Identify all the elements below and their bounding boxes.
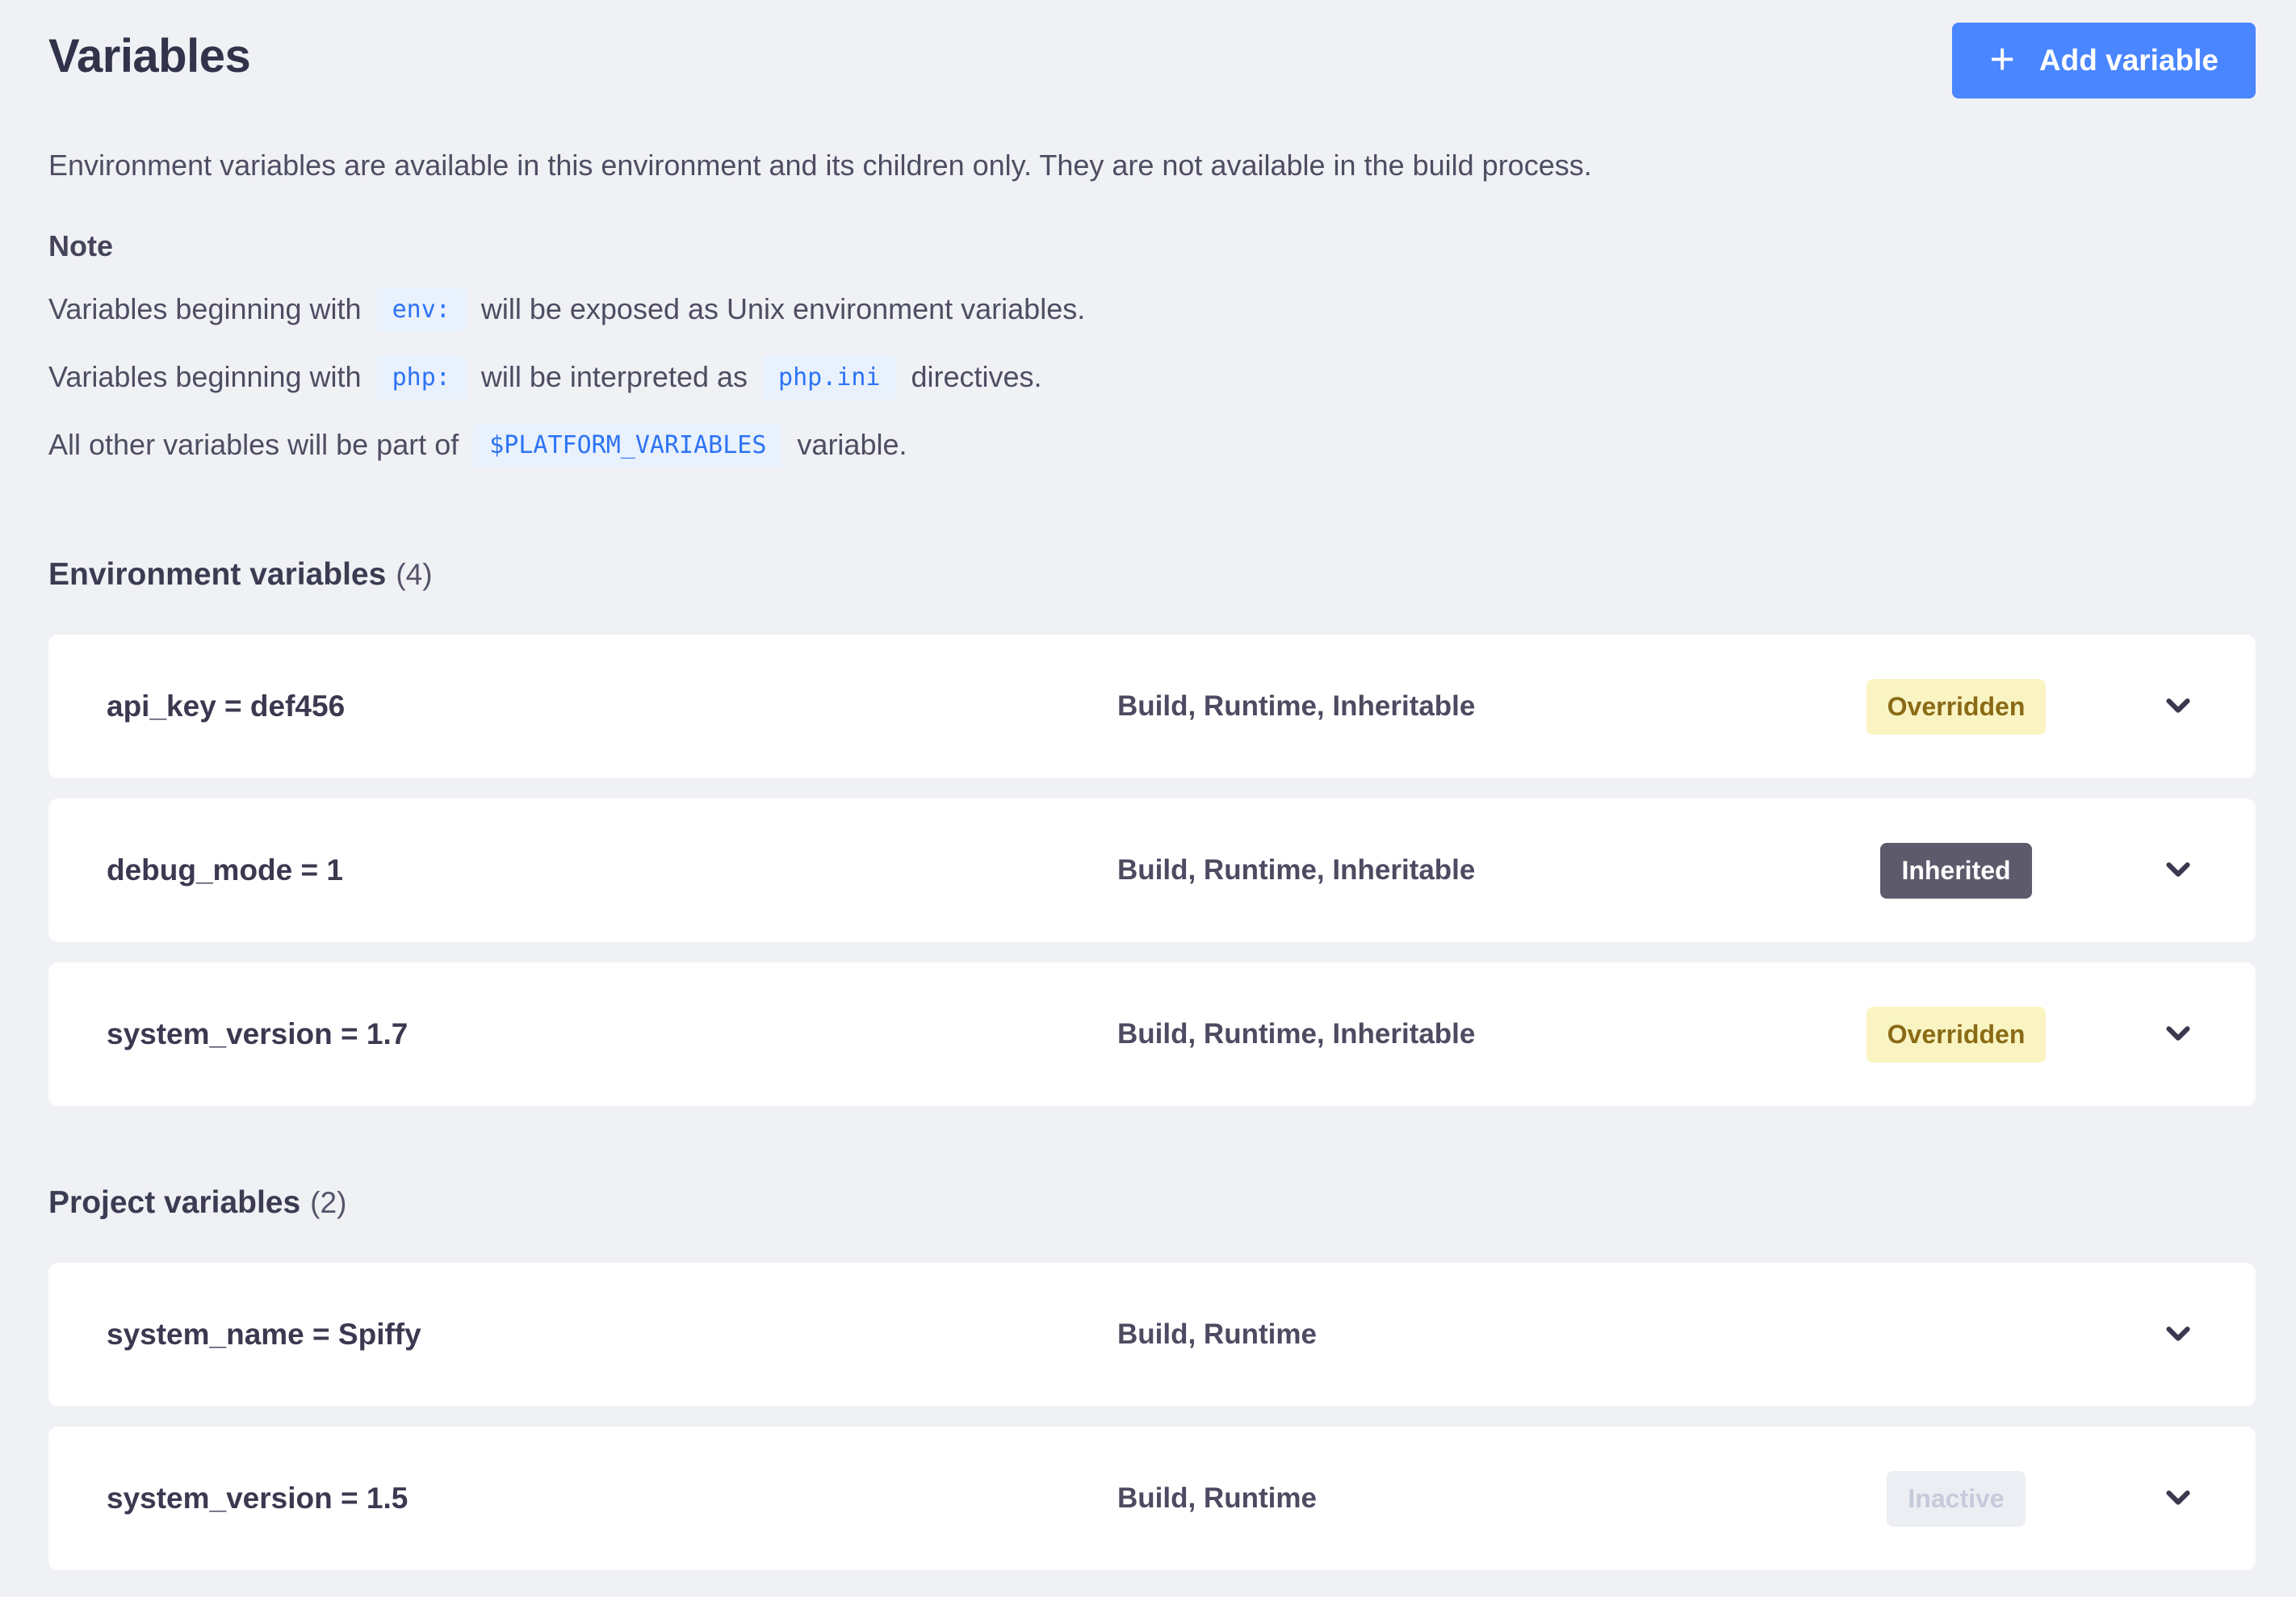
status-badge: Overridden xyxy=(1867,1007,2047,1063)
chevron-down-icon[interactable] xyxy=(2160,850,2197,887)
variable-scopes: Build, Runtime xyxy=(1117,1482,1783,1515)
code-badge: php.ini xyxy=(762,355,896,400)
note-text: will be exposed as Unix environment vari… xyxy=(481,284,1085,334)
variable-name: debug_mode = 1 xyxy=(107,853,1117,887)
status-badge: Inactive xyxy=(1887,1471,2025,1527)
section-heading: Project variables (2) xyxy=(48,1185,2256,1221)
add-variable-button[interactable]: + Add variable xyxy=(1952,23,2256,99)
variable-scopes: Build, Runtime, Inheritable xyxy=(1117,690,1783,723)
variable-row[interactable]: system_version = 1.5 Build, Runtime Inac… xyxy=(48,1427,2256,1570)
section-heading: Environment variables (4) xyxy=(48,557,2256,593)
variable-name: system_version = 1.5 xyxy=(107,1482,1117,1515)
badge-cell: Overridden xyxy=(1783,679,2130,735)
variable-list: system_name = Spiffy Build, Runtime syst… xyxy=(48,1263,2256,1570)
variable-row[interactable]: system_version = 1.7 Build, Runtime, Inh… xyxy=(48,962,2256,1106)
variable-scopes: Build, Runtime xyxy=(1117,1318,1783,1351)
section-title: Project variables xyxy=(48,1185,300,1220)
status-badge: Overridden xyxy=(1867,679,2047,735)
page-header: Variables + Add variable xyxy=(48,23,2256,99)
chevron-cell xyxy=(2130,1314,2227,1356)
variable-scopes: Build, Runtime, Inheritable xyxy=(1117,1018,1783,1050)
add-variable-label: Add variable xyxy=(2039,44,2218,78)
variable-section: Project variables (2) system_name = Spiff… xyxy=(48,1185,2256,1570)
chevron-down-icon[interactable] xyxy=(2160,1014,2197,1051)
section-title: Environment variables xyxy=(48,557,386,592)
note-text: variable. xyxy=(797,420,907,470)
variable-row[interactable]: debug_mode = 1 Build, Runtime, Inheritab… xyxy=(48,798,2256,942)
page-title: Variables xyxy=(48,23,250,83)
section-count: (2) xyxy=(310,1186,346,1219)
code-badge: env: xyxy=(376,287,467,332)
variable-row[interactable]: api_key = def456 Build, Runtime, Inherit… xyxy=(48,635,2256,778)
variable-sections: Environment variables (4) api_key = def45… xyxy=(48,557,2256,1570)
chevron-cell xyxy=(2130,1478,2227,1519)
badge-cell: Inherited xyxy=(1783,843,2130,899)
code-badge: php: xyxy=(376,355,467,400)
note-text: Variables beginning with xyxy=(48,352,362,402)
code-badge: $PLATFORM_VARIABLES xyxy=(473,423,782,467)
variable-name: api_key = def456 xyxy=(107,690,1117,723)
badge-cell: Inactive xyxy=(1783,1471,2130,1527)
description-text: Environment variables are available in t… xyxy=(48,149,2256,182)
variables-page: Variables + Add variable Environment var… xyxy=(0,0,2296,1570)
chevron-down-icon[interactable] xyxy=(2160,686,2197,723)
variable-scopes: Build, Runtime, Inheritable xyxy=(1117,854,1783,887)
note-line: All other variables will be part of $PLAT… xyxy=(48,420,2256,470)
section-count: (4) xyxy=(396,558,432,591)
variable-row[interactable]: system_name = Spiffy Build, Runtime xyxy=(48,1263,2256,1406)
chevron-cell xyxy=(2130,1014,2227,1055)
note-line: Variables beginning with env: will be expo… xyxy=(48,284,2256,334)
variable-name: system_name = Spiffy xyxy=(107,1318,1117,1352)
note-text: directives. xyxy=(911,352,1041,402)
note-lines: Variables beginning with env: will be expo… xyxy=(48,284,2256,470)
variable-name: system_version = 1.7 xyxy=(107,1017,1117,1051)
note-text: will be interpreted as xyxy=(481,352,748,402)
chevron-cell xyxy=(2130,850,2227,891)
chevron-down-icon[interactable] xyxy=(2160,1478,2197,1515)
note-line: Variables beginning with php: will be inte… xyxy=(48,352,2256,402)
chevron-down-icon[interactable] xyxy=(2160,1314,2197,1352)
note-text: Variables beginning with xyxy=(48,284,362,334)
variable-list: api_key = def456 Build, Runtime, Inherit… xyxy=(48,635,2256,1106)
badge-cell: Overridden xyxy=(1783,1007,2130,1063)
chevron-cell xyxy=(2130,686,2227,727)
note-heading: Note xyxy=(48,229,2256,263)
status-badge: Inherited xyxy=(1880,843,2031,899)
plus-icon: + xyxy=(1989,37,2015,81)
variable-section: Environment variables (4) api_key = def45… xyxy=(48,557,2256,1106)
note-text: All other variables will be part of xyxy=(48,420,459,470)
